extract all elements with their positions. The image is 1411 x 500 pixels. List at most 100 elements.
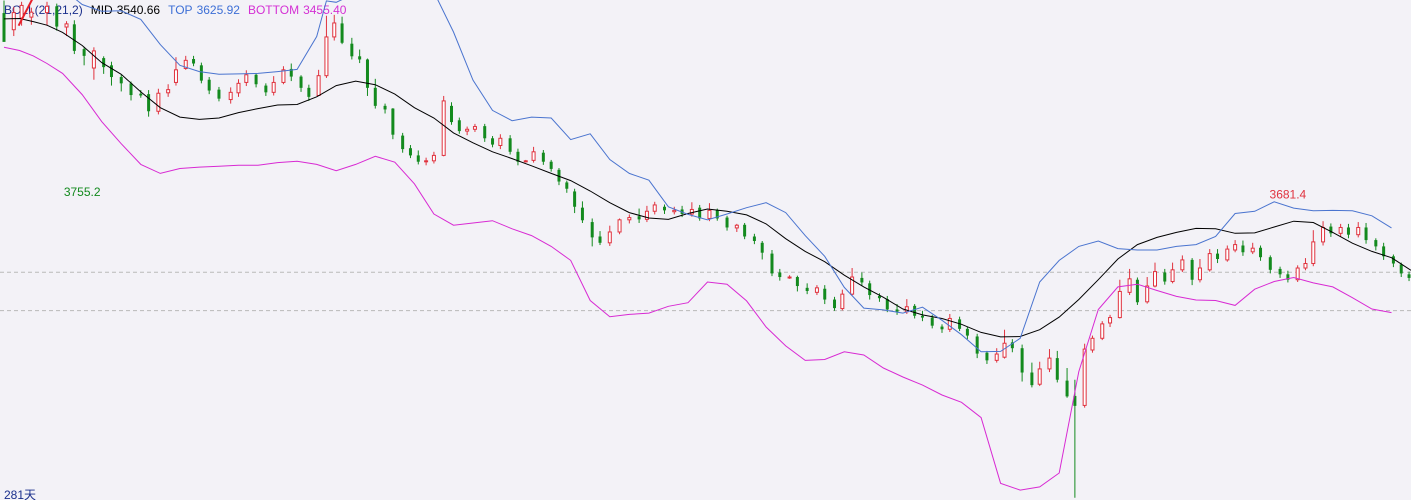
candle-up <box>64 23 69 28</box>
candle-down <box>192 59 196 64</box>
candle-down <box>217 89 221 99</box>
candle-up <box>523 160 528 163</box>
candle-up <box>316 75 321 96</box>
candle-down <box>895 309 899 312</box>
candle-down <box>1163 272 1167 282</box>
candle-down <box>139 93 143 96</box>
top-band-line <box>75 0 1392 353</box>
candle-up <box>787 276 792 279</box>
candle-down <box>663 206 667 211</box>
candle-up <box>228 91 233 101</box>
candle-down <box>1268 257 1272 270</box>
candle-down <box>109 65 113 78</box>
candle-down <box>778 272 782 278</box>
candle-up <box>29 11 34 18</box>
candle-up <box>1100 323 1105 339</box>
candle-down <box>72 24 76 51</box>
candle-up <box>1207 253 1212 271</box>
candle-up <box>1180 259 1185 271</box>
candle-down <box>743 224 747 237</box>
candle-up <box>271 81 276 93</box>
bar-count-label: 281天 <box>4 488 36 500</box>
candle-down <box>1055 358 1059 380</box>
candle-up <box>1117 290 1122 319</box>
candle-down <box>491 138 495 145</box>
candle-down <box>391 108 395 135</box>
candle-up <box>324 36 329 77</box>
candle-down <box>457 120 461 132</box>
candle-down <box>401 135 405 150</box>
candle-up <box>1311 241 1316 265</box>
candle-up <box>441 100 446 156</box>
candle-up <box>498 137 503 146</box>
candle-down <box>940 326 944 330</box>
candle-down <box>299 76 303 88</box>
candle-down <box>416 155 420 162</box>
candle-up <box>627 217 632 221</box>
candle-down <box>573 191 577 207</box>
candle-down <box>549 161 553 169</box>
candle-down <box>264 85 268 93</box>
candle-up <box>1047 357 1052 370</box>
candle-up <box>1321 226 1326 243</box>
candle-down <box>1216 253 1220 260</box>
candle-down <box>508 138 512 152</box>
candle-down <box>860 277 864 283</box>
candle-down <box>2 13 6 42</box>
candle-down <box>483 126 487 139</box>
candle-down <box>1135 279 1139 303</box>
candle-up <box>1303 263 1308 269</box>
candle-down <box>930 317 934 326</box>
candle-up <box>1170 269 1175 283</box>
candle-down <box>565 182 569 189</box>
candle-up <box>424 160 429 163</box>
candle-down <box>637 216 641 220</box>
candle-up <box>707 209 712 219</box>
mid-band-line <box>3 17 1411 338</box>
price-annotation: 3681.4 <box>1270 188 1307 202</box>
candle-down <box>350 43 354 57</box>
band-lines <box>3 0 1411 491</box>
candle-down <box>590 222 594 238</box>
candle-up <box>840 293 845 310</box>
candle-down <box>1278 268 1282 275</box>
candle-down <box>752 236 756 241</box>
candle-down <box>1065 380 1069 397</box>
candle-up <box>1145 285 1150 303</box>
candle-up <box>1250 247 1255 253</box>
candle-down <box>340 23 344 43</box>
candle-up <box>617 219 622 233</box>
annotations: 4072.63755.24088.83050.63681.4 <box>17 0 1307 500</box>
candle-down <box>805 287 809 291</box>
candle-down <box>307 87 311 97</box>
candle-down <box>985 352 989 361</box>
candle-down <box>1374 240 1378 247</box>
candle-down <box>598 236 602 243</box>
candle-down <box>1259 247 1263 258</box>
price-annotation: 3755.2 <box>64 185 101 199</box>
candle-up <box>1197 267 1202 281</box>
candle-up <box>1108 317 1113 324</box>
candle-down <box>383 105 387 110</box>
candle-down <box>1346 227 1350 235</box>
candle-down <box>82 49 86 56</box>
candle-down <box>450 105 454 123</box>
candle-down <box>833 299 837 309</box>
candle-down <box>965 328 969 336</box>
candle-down <box>1407 274 1411 278</box>
candle-down <box>55 6 59 27</box>
boll-chart[interactable]: 4072.63755.24088.83050.63681.4 281天 <box>0 0 1411 500</box>
candle-up <box>652 204 657 212</box>
candle-up <box>1356 226 1361 236</box>
candle-up <box>531 151 536 161</box>
candle-down <box>1364 227 1368 241</box>
candle-down <box>580 207 584 221</box>
candle-down <box>147 94 151 112</box>
candle-up <box>166 89 171 94</box>
candle-up <box>734 224 739 229</box>
candle-down <box>129 83 133 96</box>
candle-up <box>281 69 286 83</box>
candle-up <box>431 154 436 162</box>
candle-down <box>1020 348 1024 373</box>
candle-down <box>373 87 377 106</box>
